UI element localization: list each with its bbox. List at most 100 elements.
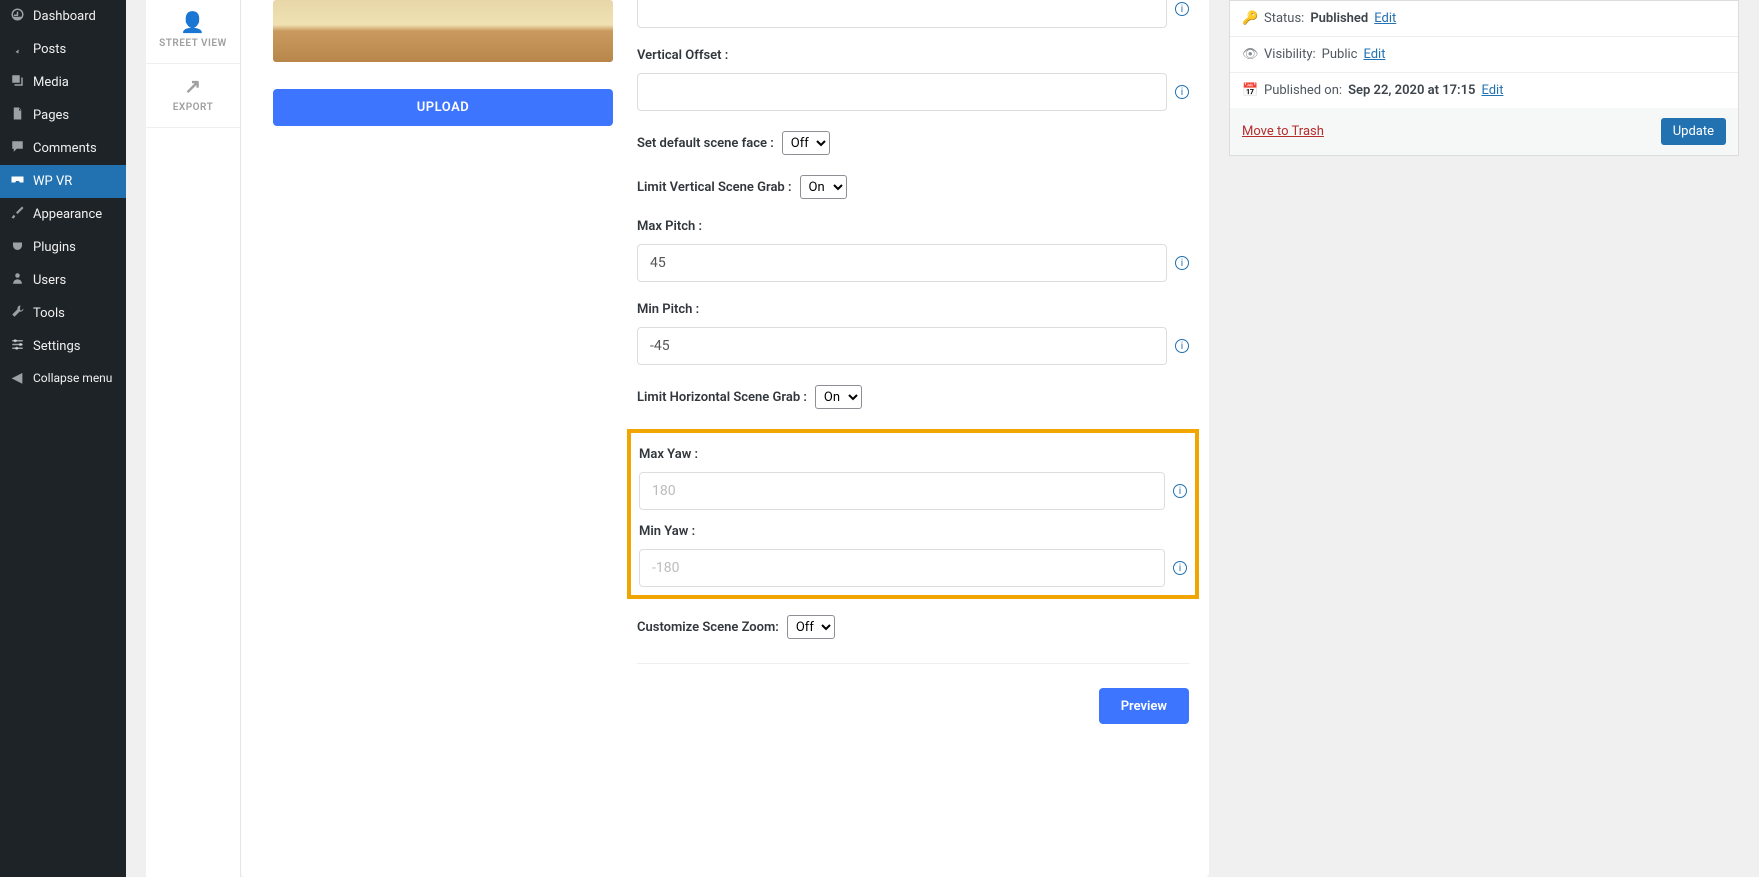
media-icon: [8, 73, 26, 92]
horizontal-angle-input[interactable]: [637, 0, 1167, 28]
status-label: Status:: [1264, 11, 1304, 26]
published-value: Sep 22, 2020 at 17:15: [1348, 83, 1475, 98]
sidebar-collapse[interactable]: ◀ Collapse menu: [0, 363, 126, 393]
info-icon[interactable]: i: [1175, 2, 1189, 16]
limit-vertical-select[interactable]: On: [800, 175, 847, 199]
sidebar-item-label: Collapse menu: [33, 371, 112, 385]
scene-preview-image: [273, 0, 613, 62]
street-view-icon: 👤: [151, 10, 235, 34]
admin-sidebar: Dashboard Posts Media Pages Comments WP …: [0, 0, 126, 877]
plug-icon: [8, 238, 26, 257]
field-label: Limit Horizontal Scene Grab :: [637, 390, 807, 405]
pin-icon: [8, 40, 26, 59]
info-icon[interactable]: i: [1175, 339, 1189, 353]
trash-link[interactable]: Move to Trash: [1242, 124, 1324, 139]
default-face-select[interactable]: Off: [782, 131, 830, 155]
field-label: Limit Vertical Scene Grab :: [637, 180, 792, 195]
divider: [637, 663, 1189, 664]
sidebar-item-label: Appearance: [33, 207, 102, 222]
sidebar-item-tools[interactable]: Tools: [0, 297, 126, 330]
field-vertical-offset: Vertical Offset : i: [637, 48, 1189, 111]
sidebar-item-label: Dashboard: [33, 9, 96, 24]
info-icon[interactable]: i: [1173, 484, 1187, 498]
sliders-icon: [8, 337, 26, 356]
info-icon[interactable]: i: [1175, 256, 1189, 270]
calendar-icon: 📅: [1242, 83, 1258, 98]
max-yaw-input[interactable]: [639, 472, 1165, 510]
field-max-pitch: Max Pitch : i: [637, 219, 1189, 282]
sidebar-item-label: Settings: [33, 339, 80, 354]
min-pitch-input[interactable]: [637, 327, 1167, 365]
tab-label: STREET VIEW: [151, 38, 235, 49]
page-icon: [8, 106, 26, 125]
dashboard-icon: [8, 7, 26, 26]
sidebar-item-label: Media: [33, 75, 69, 90]
brush-icon: [8, 205, 26, 224]
field-min-yaw: Min Yaw : i: [639, 524, 1187, 587]
limit-horizontal-select[interactable]: On: [815, 385, 862, 409]
publish-date-row: 📅 Published on: Sep 22, 2020 at 17:15 Ed…: [1230, 73, 1738, 108]
editor-panel: 👤 STREET VIEW ↗ EXPORT UPLOAD i: [146, 0, 1209, 877]
sidebar-item-pages[interactable]: Pages: [0, 99, 126, 132]
comment-icon: [8, 139, 26, 158]
field-default-face: Set default scene face : Off: [637, 131, 1189, 155]
publish-status-row: 🔑 Status: Published Edit: [1230, 1, 1738, 37]
info-icon[interactable]: i: [1175, 85, 1189, 99]
customize-zoom-select[interactable]: Off: [787, 615, 835, 639]
sidebar-item-media[interactable]: Media: [0, 66, 126, 99]
vertical-offset-input[interactable]: [637, 73, 1167, 111]
sidebar-item-label: Comments: [33, 141, 97, 156]
info-icon[interactable]: i: [1173, 561, 1187, 575]
sidebar-item-label: Tools: [33, 306, 65, 321]
min-yaw-input[interactable]: [639, 549, 1165, 587]
sidebar-item-dashboard[interactable]: Dashboard: [0, 0, 126, 33]
sidebar-item-label: Plugins: [33, 240, 76, 255]
tabs-column: 👤 STREET VIEW ↗ EXPORT: [146, 0, 241, 877]
sidebar-item-label: Posts: [33, 42, 66, 57]
wrench-icon: [8, 304, 26, 323]
max-pitch-input[interactable]: [637, 244, 1167, 282]
publish-footer: Move to Trash Update: [1230, 108, 1738, 155]
field-label: Vertical Offset :: [637, 48, 728, 63]
preview-column: UPLOAD: [273, 0, 613, 849]
field-label: Max Pitch :: [637, 219, 702, 234]
tab-label: EXPORT: [151, 102, 235, 113]
sidebar-item-comments[interactable]: Comments: [0, 132, 126, 165]
key-icon: 🔑: [1242, 11, 1258, 26]
visibility-label: Visibility:: [1264, 47, 1316, 62]
tab-export[interactable]: ↗ EXPORT: [146, 64, 240, 128]
sidebar-item-plugins[interactable]: Plugins: [0, 231, 126, 264]
field-label: Set default scene face :: [637, 136, 774, 151]
status-value: Published: [1310, 11, 1368, 26]
update-button[interactable]: Update: [1661, 118, 1726, 145]
sidebar-item-appearance[interactable]: Appearance: [0, 198, 126, 231]
field-min-pitch: Min Pitch : i: [637, 302, 1189, 365]
user-icon: [8, 271, 26, 290]
edit-visibility-link[interactable]: Edit: [1363, 47, 1385, 62]
sidebar-item-users[interactable]: Users: [0, 264, 126, 297]
field-label: Max Yaw :: [639, 447, 698, 462]
published-label: Published on:: [1264, 83, 1342, 98]
edit-date-link[interactable]: Edit: [1481, 83, 1503, 98]
sidebar-item-label: Users: [33, 273, 66, 288]
eye-icon: 👁: [1242, 47, 1258, 62]
edit-status-link[interactable]: Edit: [1374, 11, 1396, 26]
preview-button[interactable]: Preview: [1099, 688, 1189, 724]
field-label: Min Pitch :: [637, 302, 699, 317]
field-label: Customize Scene Zoom:: [637, 620, 779, 635]
sidebar-item-wpvr[interactable]: WP VR: [0, 165, 126, 198]
collapse-icon: ◀: [8, 370, 26, 386]
field-label: Min Yaw :: [639, 524, 695, 539]
content-panel: UPLOAD i Vertical Offset : i: [241, 0, 1209, 877]
field-horizontal-angle: i: [637, 0, 1189, 28]
sidebar-item-posts[interactable]: Posts: [0, 33, 126, 66]
field-customize-zoom: Customize Scene Zoom: Off: [637, 615, 1189, 639]
form-column: i Vertical Offset : i Set default scene …: [637, 0, 1189, 849]
publish-visibility-row: 👁 Visibility: Public Edit: [1230, 37, 1738, 73]
export-icon: ↗: [151, 74, 235, 98]
sidebar-item-settings[interactable]: Settings: [0, 330, 126, 363]
tab-street-view[interactable]: 👤 STREET VIEW: [146, 0, 240, 64]
upload-button[interactable]: UPLOAD: [273, 89, 613, 126]
visibility-value: Public: [1322, 47, 1358, 62]
sidebar-item-label: WP VR: [33, 174, 72, 189]
